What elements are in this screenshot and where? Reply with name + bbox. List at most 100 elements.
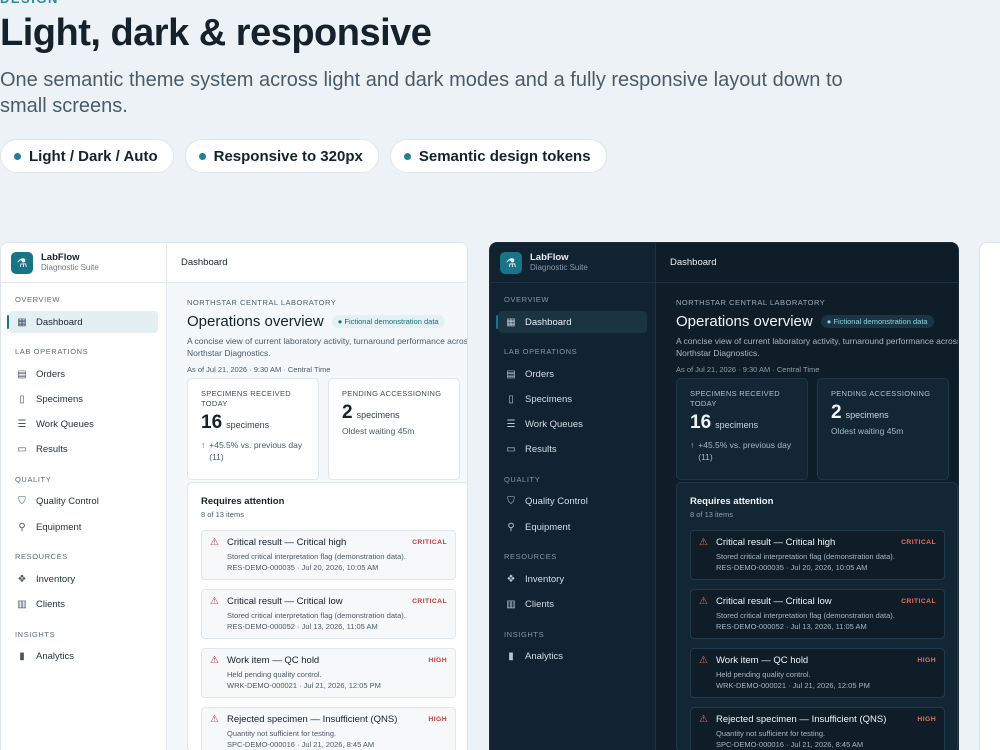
chip-design-tokens: Semantic design tokens	[389, 139, 607, 173]
alert-meta: WRK-DEMO-000021 · Jul 21, 2026, 12:05 PM	[227, 681, 381, 690]
stat-card-specimens-received[interactable]: SPECIMENS RECEIVED TODAY 16 specimens ↑ +4…	[676, 378, 808, 480]
microscope-icon: ⚲	[18, 521, 26, 533]
chip-theme-modes: Light / Dark / Auto	[0, 139, 174, 173]
as-of-timestamp: As of Jul 21, 2026 · 9:30 AM · Central T…	[187, 365, 331, 374]
shield-check-icon: ⛉	[507, 496, 515, 508]
sidebar-item-label: Analytics	[36, 651, 75, 663]
topbar: Dashboard	[656, 243, 958, 283]
alert-title: Work item — QC hold	[227, 655, 320, 666]
page-title: Dashboard	[181, 257, 228, 268]
brand-name: LabFlow	[530, 252, 569, 263]
arrow-up-icon: ↑	[201, 440, 206, 450]
sidebar-item-inventory[interactable]: ❖ Inventory	[9, 568, 158, 590]
boxes-icon: ❖	[506, 573, 516, 585]
sidebar-item-label: Analytics	[525, 651, 564, 663]
bar-chart-icon: ▮	[508, 651, 514, 663]
sidebar-item-label: Equipment	[525, 521, 571, 533]
attention-item[interactable]: ⚠ Rejected specimen — Insufficient (QNS) …	[201, 707, 456, 750]
sidebar-item-specimens[interactable]: ▯ Specimens	[498, 388, 647, 410]
microscope-icon: ⚲	[507, 521, 515, 533]
sidebar-item-equipment[interactable]: ⚲ Equipment	[9, 516, 158, 538]
attention-item[interactable]: ⚠ Work item — QC hold HIGH Held pending q…	[690, 648, 945, 698]
nav-section-label: OVERVIEW	[504, 295, 550, 304]
sidebar-item-work-queues[interactable]: ☰ Work Queues	[498, 414, 647, 436]
nav-section-label: INSIGHTS	[15, 629, 56, 639]
sidebar-item-orders[interactable]: ▤ Orders	[9, 363, 158, 385]
overview-title: Operations overview	[676, 313, 813, 330]
nav-section-label: LAB OPERATIONS	[504, 347, 578, 357]
hero-title: Light, dark & responsive	[0, 12, 432, 54]
severity-badge: CRITICAL	[901, 539, 936, 546]
document-icon: ▭	[506, 444, 516, 456]
sidebar-item-label: Clients	[525, 599, 555, 610]
alert-meta: WRK-DEMO-000021 · Jul 21, 2026, 12:05 PM	[716, 681, 870, 690]
warning-icon: ⚠	[699, 714, 708, 725]
attention-item[interactable]: ⚠ Critical result — Critical high CRITICA…	[201, 530, 456, 580]
alert-title: Critical result — Critical high	[716, 537, 836, 548]
page-title: Dashboard	[670, 257, 717, 268]
attention-item[interactable]: ⚠ Critical result — Critical low CRITICAL…	[690, 589, 945, 639]
sidebar-item-dashboard[interactable]: ▦ Dashboard	[7, 311, 158, 333]
attention-item[interactable]: ⚠ Rejected specimen — Insufficient (QNS) …	[690, 707, 945, 750]
attention-item[interactable]: ⚠ Work item — QC hold HIGH Held pending q…	[201, 648, 456, 698]
nav-section-label: LAB OPERATIONS	[15, 347, 89, 357]
chip-responsive: Responsive to 320px	[184, 139, 379, 173]
alert-meta: RES-DEMO-000052 · Jul 13, 2026, 11:05 AM	[716, 622, 867, 631]
sidebar-item-label: Equipment	[36, 521, 82, 533]
sidebar-item-results[interactable]: ▭ Results	[9, 439, 158, 461]
sidebar-item-analytics[interactable]: ▮ Analytics	[498, 646, 647, 668]
sidebar-item-analytics[interactable]: ▮ Analytics	[9, 646, 158, 668]
alert-title: Critical result — Critical high	[227, 537, 347, 548]
sidebar-item-equipment[interactable]: ⚲ Equipment	[498, 516, 647, 538]
sidebar-item-label: Inventory	[525, 573, 565, 585]
checklist-icon: ☰	[17, 419, 27, 431]
stat-cards: SPECIMENS RECEIVED TODAY 16 specimens ↑ +4…	[187, 378, 467, 480]
severity-badge: HIGH	[428, 657, 447, 664]
alert-title: Critical result — Critical low	[227, 596, 343, 607]
brand[interactable]: ⚗ LabFlow Diagnostic Suite	[490, 243, 655, 283]
light-mode-preview: ⚗ LabFlow Diagnostic Suite OVERVIEW ▦ Dash…	[0, 242, 468, 750]
dashboard-content: NORTHSTAR CENTRAL LABORATORY Operations …	[167, 283, 467, 750]
sidebar: ⚗ LabFlow Diagnostic Suite OVERVIEW ▦ Dash…	[490, 243, 656, 750]
dashboard-grid-icon: ▦	[506, 316, 516, 328]
overview-description: A concise view of current laboratory act…	[676, 336, 958, 358]
sidebar-item-inventory[interactable]: ❖ Inventory	[498, 568, 647, 590]
nav-section-label: OVERVIEW	[15, 295, 61, 304]
stat-value: 16	[690, 412, 712, 433]
sidebar-item-clients[interactable]: ▥ Clients	[498, 594, 647, 616]
stat-value: 16	[201, 412, 223, 433]
sidebar-item-dashboard[interactable]: ▦ Dashboard	[496, 311, 647, 333]
shield-check-icon: ⛉	[18, 496, 26, 508]
sidebar-item-quality-control[interactable]: ⛉ Quality Control	[9, 491, 158, 513]
alert-description: Quantity not sufficient for testing.	[716, 729, 826, 738]
stat-value: 2	[342, 402, 353, 423]
sidebar-item-results[interactable]: ▭ Results	[498, 439, 647, 461]
sidebar-item-clients[interactable]: ▥ Clients	[9, 594, 158, 616]
nav-section-label: RESOURCES	[504, 552, 557, 562]
attention-item[interactable]: ⚠ Critical result — Critical low CRITICAL…	[201, 589, 456, 639]
main-area: Dashboard NORTHSTAR CENTRAL LABORATORY O…	[656, 243, 958, 750]
alert-title: Work item — QC hold	[716, 655, 809, 666]
stat-card-pending-accessioning[interactable]: PENDING ACCESSIONING 2 specimens Oldest w…	[817, 378, 949, 480]
sidebar-item-label: Quality Control	[36, 496, 99, 508]
sidebar-item-quality-control[interactable]: ⛉ Quality Control	[498, 491, 647, 513]
sidebar-item-orders[interactable]: ▤ Orders	[498, 363, 647, 385]
sidebar-item-specimens[interactable]: ▯ Specimens	[9, 388, 158, 410]
alert-title: Rejected specimen — Insufficient (QNS)	[227, 714, 398, 725]
sidebar-item-label: Clients	[36, 599, 66, 610]
alert-meta: RES-DEMO-000035 · Jul 20, 2026, 10:05 AM	[227, 563, 379, 572]
stat-card-specimens-received[interactable]: SPECIMENS RECEIVED TODAY 16 specimens ↑ +4…	[187, 378, 319, 480]
main-area: Dashboard NORTHSTAR CENTRAL LABORATORY O…	[167, 243, 467, 750]
stat-card-pending-accessioning[interactable]: PENDING ACCESSIONING 2 specimens Oldest w…	[328, 378, 460, 480]
nav-section-label: QUALITY	[15, 474, 52, 484]
overview-title: Operations overview	[187, 313, 324, 330]
severity-badge: CRITICAL	[412, 539, 447, 546]
sidebar-item-work-queues[interactable]: ☰ Work Queues	[9, 414, 158, 436]
alert-description: Stored critical interpretation flag (dem…	[716, 611, 895, 620]
warning-icon: ⚠	[699, 537, 708, 548]
stat-cards: SPECIMENS RECEIVED TODAY 16 specimens ↑ +4…	[676, 378, 958, 480]
brand[interactable]: ⚗ LabFlow Diagnostic Suite	[1, 243, 166, 283]
attention-item[interactable]: ⚠ Critical result — Critical high CRITICA…	[690, 530, 945, 580]
lab-name: NORTHSTAR CENTRAL LABORATORY	[676, 298, 826, 307]
mobile-preview	[979, 242, 1000, 750]
